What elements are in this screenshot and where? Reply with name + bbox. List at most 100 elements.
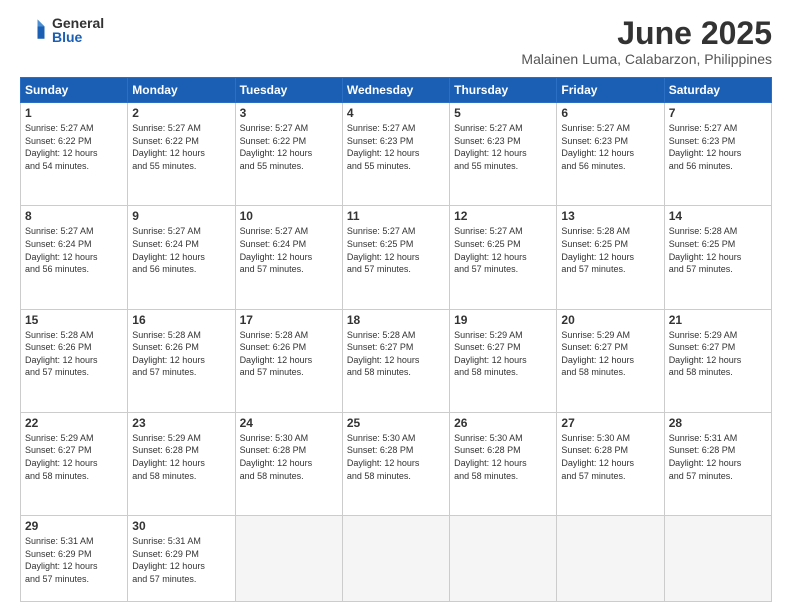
day-info: Sunrise: 5:27 AM Sunset: 6:24 PM Dayligh… [240, 225, 338, 275]
day-number: 28 [669, 416, 767, 430]
day-info: Sunrise: 5:27 AM Sunset: 6:22 PM Dayligh… [132, 122, 230, 172]
logo-text: General Blue [52, 16, 104, 44]
logo-general: General [52, 16, 104, 30]
table-row: 7 Sunrise: 5:27 AM Sunset: 6:23 PM Daylig… [664, 103, 771, 206]
day-info: Sunrise: 5:27 AM Sunset: 6:25 PM Dayligh… [454, 225, 552, 275]
day-number: 13 [561, 209, 659, 223]
day-number: 14 [669, 209, 767, 223]
title-block: June 2025 Malainen Luma, Calabarzon, Phi… [521, 16, 772, 67]
table-row: 14Sunrise: 5:28 AM Sunset: 6:25 PM Dayli… [664, 206, 771, 309]
table-row: 23Sunrise: 5:29 AM Sunset: 6:28 PM Dayli… [128, 412, 235, 515]
day-info: Sunrise: 5:29 AM Sunset: 6:27 PM Dayligh… [669, 329, 767, 379]
table-row: 5Sunrise: 5:27 AM Sunset: 6:23 PM Daylig… [450, 103, 557, 206]
table-row: 24Sunrise: 5:30 AM Sunset: 6:28 PM Dayli… [235, 412, 342, 515]
day-number: 11 [347, 209, 445, 223]
table-row: 8 Sunrise: 5:27 AM Sunset: 6:24 PM Daylig… [21, 206, 128, 309]
day-number: 25 [347, 416, 445, 430]
day-number: 6 [561, 106, 659, 120]
day-number: 8 [25, 209, 123, 223]
table-row: 17Sunrise: 5:28 AM Sunset: 6:26 PM Dayli… [235, 309, 342, 412]
col-tuesday: Tuesday [235, 78, 342, 103]
table-row: 18 Sunrise: 5:28 AM Sunset: 6:27 PM Dayli… [342, 309, 449, 412]
day-info: Sunrise: 5:27 AM Sunset: 6:23 PM Dayligh… [454, 122, 552, 172]
day-info: Sunrise: 5:27 AM Sunset: 6:24 PM Dayligh… [25, 225, 123, 275]
day-number: 30 [132, 519, 230, 533]
logo: General Blue [20, 16, 104, 44]
day-info: Sunrise: 5:28 AM Sunset: 6:25 PM Dayligh… [561, 225, 659, 275]
table-row: 4Sunrise: 5:27 AM Sunset: 6:23 PM Daylig… [342, 103, 449, 206]
day-number: 27 [561, 416, 659, 430]
day-number: 23 [132, 416, 230, 430]
table-row: 9 Sunrise: 5:27 AM Sunset: 6:24 PM Daylig… [128, 206, 235, 309]
day-number: 10 [240, 209, 338, 223]
table-row: 30 Sunrise: 5:31 AM Sunset: 6:29 PM Dayli… [128, 515, 235, 601]
table-row: 20 Sunrise: 5:29 AM Sunset: 6:27 PM Dayli… [557, 309, 664, 412]
day-info: Sunrise: 5:27 AM Sunset: 6:22 PM Dayligh… [240, 122, 338, 172]
day-info: Sunrise: 5:27 AM Sunset: 6:23 PM Dayligh… [561, 122, 659, 172]
table-row: 19 Sunrise: 5:29 AM Sunset: 6:27 PM Dayli… [450, 309, 557, 412]
table-row: 1 Sunrise: 5:27 AM Sunset: 6:22 PM Daylig… [21, 103, 128, 206]
day-number: 19 [454, 313, 552, 327]
day-info: Sunrise: 5:30 AM Sunset: 6:28 PM Dayligh… [347, 432, 445, 482]
sub-title: Malainen Luma, Calabarzon, Philippines [521, 51, 772, 67]
day-number: 20 [561, 313, 659, 327]
table-row: 10 Sunrise: 5:27 AM Sunset: 6:24 PM Dayli… [235, 206, 342, 309]
day-number: 3 [240, 106, 338, 120]
col-saturday: Saturday [664, 78, 771, 103]
day-number: 15 [25, 313, 123, 327]
day-info: Sunrise: 5:29 AM Sunset: 6:27 PM Dayligh… [454, 329, 552, 379]
col-friday: Friday [557, 78, 664, 103]
day-info: Sunrise: 5:29 AM Sunset: 6:27 PM Dayligh… [561, 329, 659, 379]
day-number: 22 [25, 416, 123, 430]
header-row: Sunday Monday Tuesday Wednesday Thursday… [21, 78, 772, 103]
day-info: Sunrise: 5:30 AM Sunset: 6:28 PM Dayligh… [454, 432, 552, 482]
day-info: Sunrise: 5:28 AM Sunset: 6:26 PM Dayligh… [25, 329, 123, 379]
day-info: Sunrise: 5:27 AM Sunset: 6:22 PM Dayligh… [25, 122, 123, 172]
day-number: 17 [240, 313, 338, 327]
table-row: 27 Sunrise: 5:30 AM Sunset: 6:28 PM Dayli… [557, 412, 664, 515]
logo-blue: Blue [52, 30, 104, 44]
table-row: 22Sunrise: 5:29 AM Sunset: 6:27 PM Dayli… [21, 412, 128, 515]
col-sunday: Sunday [21, 78, 128, 103]
day-number: 21 [669, 313, 767, 327]
day-info: Sunrise: 5:30 AM Sunset: 6:28 PM Dayligh… [561, 432, 659, 482]
table-row [342, 515, 449, 601]
table-row: 2 Sunrise: 5:27 AM Sunset: 6:22 PM Daylig… [128, 103, 235, 206]
day-info: Sunrise: 5:31 AM Sunset: 6:29 PM Dayligh… [132, 535, 230, 585]
day-number: 7 [669, 106, 767, 120]
table-row: 25 Sunrise: 5:30 AM Sunset: 6:28 PM Dayli… [342, 412, 449, 515]
day-info: Sunrise: 5:27 AM Sunset: 6:24 PM Dayligh… [132, 225, 230, 275]
table-row [235, 515, 342, 601]
day-info: Sunrise: 5:27 AM Sunset: 6:23 PM Dayligh… [669, 122, 767, 172]
day-info: Sunrise: 5:31 AM Sunset: 6:29 PM Dayligh… [25, 535, 123, 585]
day-info: Sunrise: 5:28 AM Sunset: 6:27 PM Dayligh… [347, 329, 445, 379]
table-row [557, 515, 664, 601]
day-info: Sunrise: 5:28 AM Sunset: 6:26 PM Dayligh… [132, 329, 230, 379]
day-number: 9 [132, 209, 230, 223]
header: General Blue June 2025 Malainen Luma, Ca… [20, 16, 772, 67]
col-thursday: Thursday [450, 78, 557, 103]
table-row: 15 Sunrise: 5:28 AM Sunset: 6:26 PM Dayli… [21, 309, 128, 412]
day-info: Sunrise: 5:27 AM Sunset: 6:23 PM Dayligh… [347, 122, 445, 172]
table-row: 13 Sunrise: 5:28 AM Sunset: 6:25 PM Dayli… [557, 206, 664, 309]
day-number: 12 [454, 209, 552, 223]
day-info: Sunrise: 5:31 AM Sunset: 6:28 PM Dayligh… [669, 432, 767, 482]
table-row: 26Sunrise: 5:30 AM Sunset: 6:28 PM Dayli… [450, 412, 557, 515]
day-info: Sunrise: 5:30 AM Sunset: 6:28 PM Dayligh… [240, 432, 338, 482]
table-row: 16Sunrise: 5:28 AM Sunset: 6:26 PM Dayli… [128, 309, 235, 412]
page: General Blue June 2025 Malainen Luma, Ca… [0, 0, 792, 612]
table-row [664, 515, 771, 601]
calendar-table: Sunday Monday Tuesday Wednesday Thursday… [20, 77, 772, 602]
day-number: 1 [25, 106, 123, 120]
day-number: 29 [25, 519, 123, 533]
day-number: 2 [132, 106, 230, 120]
col-wednesday: Wednesday [342, 78, 449, 103]
table-row: 3 Sunrise: 5:27 AM Sunset: 6:22 PM Daylig… [235, 103, 342, 206]
day-number: 18 [347, 313, 445, 327]
table-row [450, 515, 557, 601]
table-row: 11Sunrise: 5:27 AM Sunset: 6:25 PM Dayli… [342, 206, 449, 309]
table-row: 28 Sunrise: 5:31 AM Sunset: 6:28 PM Dayli… [664, 412, 771, 515]
col-monday: Monday [128, 78, 235, 103]
table-row: 29 Sunrise: 5:31 AM Sunset: 6:29 PM Dayli… [21, 515, 128, 601]
main-title: June 2025 [521, 16, 772, 51]
